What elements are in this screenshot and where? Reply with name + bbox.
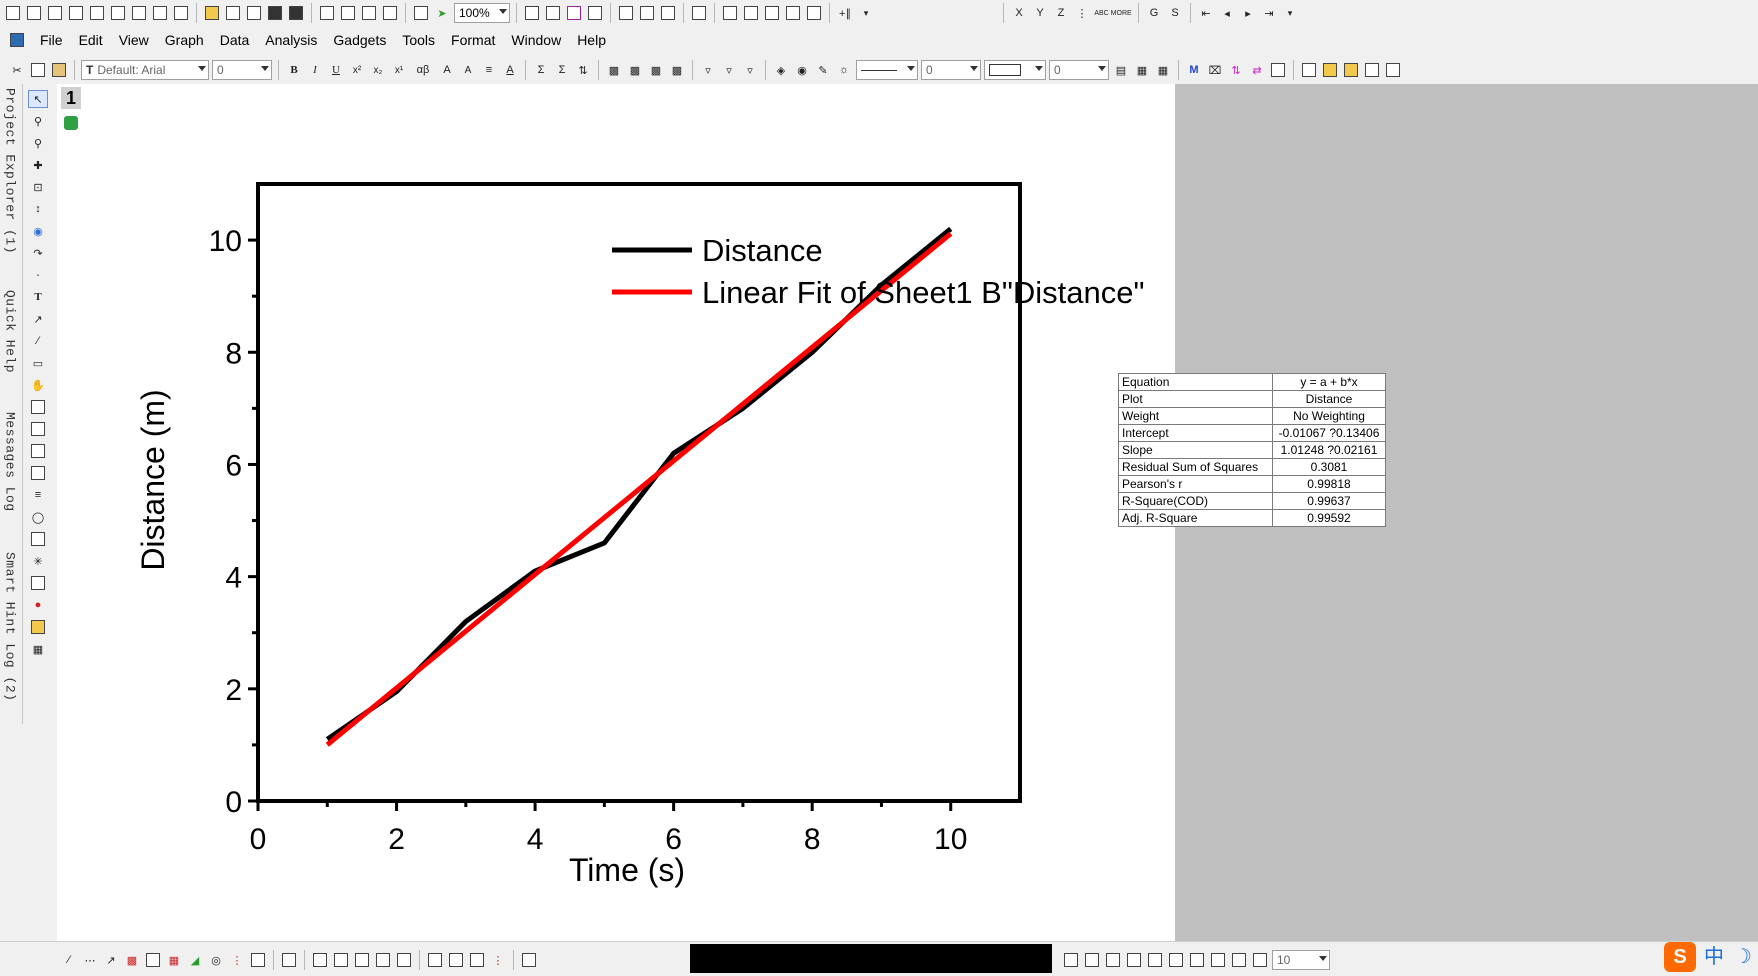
image-plot-icon[interactable] — [447, 951, 465, 969]
matrix-plot-icon[interactable] — [520, 951, 538, 969]
area-icon[interactable]: ◢ — [186, 951, 204, 969]
rotation-step-value: 10 — [1277, 953, 1291, 967]
chart: 0 2 4 6 8 100246810 Time (s) Distance (m) Dis… — [135, 182, 1144, 888]
series-line-linear-fit — [325, 231, 953, 747]
stock-icon[interactable]: ⋮ — [228, 951, 246, 969]
shrink-icon[interactable] — [1230, 951, 1248, 969]
legend-label: Distance — [702, 233, 823, 268]
3d-scatter-icon[interactable] — [332, 951, 350, 969]
fit-table-key: Slope — [1118, 441, 1273, 459]
x-tick-label: 0 — [250, 823, 267, 856]
3d-surface-icon[interactable] — [280, 951, 298, 969]
x-tick-label: 2 — [388, 823, 405, 856]
fit-table-row: Residual Sum of Squares 0.3081 — [1118, 458, 1386, 476]
reset-view-icon[interactable] — [1188, 951, 1206, 969]
tilt-icon[interactable] — [1146, 951, 1164, 969]
ime-language-label[interactable]: 中 — [1704, 942, 1724, 972]
hilo-icon[interactable]: ▦ — [165, 951, 183, 969]
fit-table-value: 0.99637 — [1272, 492, 1386, 510]
fit-frame-icon[interactable] — [1251, 951, 1269, 969]
fit-table-row: Slope 1.01248 ?0.02161 — [1118, 441, 1386, 459]
fit-table-value: No Weighting — [1272, 407, 1386, 425]
fit-table-value: 1.01248 ?0.02161 — [1272, 441, 1386, 459]
y-tick-label: 4 — [225, 562, 242, 595]
fit-table-row: Plot Distance — [1118, 390, 1386, 408]
ime-mode-icon[interactable]: ☽ — [1734, 942, 1752, 972]
fit-table-value: y = a + b*x — [1272, 373, 1386, 391]
fit-table-row: Adj. R-Square 0.99592 — [1118, 509, 1386, 527]
fit-table-key: Residual Sum of Squares — [1118, 458, 1273, 476]
legend-label: Linear Fit of Sheet1 B"Distance" — [702, 275, 1144, 310]
pie-icon[interactable] — [144, 951, 162, 969]
template-icon[interactable] — [249, 951, 267, 969]
fit-table-key: Adj. R-Square — [1118, 509, 1273, 527]
fit-table-row: R-Square(COD) 0.99637 — [1118, 492, 1386, 510]
vector-icon[interactable]: ⋮ — [489, 951, 507, 969]
rotate-up-icon[interactable] — [1104, 951, 1122, 969]
y-tick-label: 8 — [225, 337, 242, 370]
3d-wire-icon[interactable] — [311, 951, 329, 969]
status-black-bar — [690, 944, 1052, 973]
fit-table-row: Pearson's r 0.99818 — [1118, 475, 1386, 493]
contour-icon[interactable] — [426, 951, 444, 969]
fit-table-key: Pearson's r — [1118, 475, 1273, 493]
scatter-plot-icon[interactable]: ⋯ — [81, 951, 99, 969]
line-symbol-icon[interactable]: ↗ — [102, 951, 120, 969]
3d-bar-icon[interactable] — [353, 951, 371, 969]
fit-table-value: 0.99592 — [1272, 509, 1386, 527]
fit-results-table[interactable]: Equation y = a + b*x Plot Distance Weight No … — [1118, 373, 1386, 527]
rotate-right-icon[interactable] — [1083, 951, 1101, 969]
rotation-step-combo[interactable]: 10 — [1272, 950, 1330, 970]
rotate-down-icon[interactable] — [1125, 951, 1143, 969]
y-axis-title: Distance (m) — [135, 389, 171, 570]
graph-types-toolbar: ∕ ⋯ ↗ ▩ ▦ ◢ ◎ ⋮ ⋮ — [60, 950, 538, 970]
3d-wall-icon[interactable] — [395, 951, 413, 969]
perspective-icon[interactable] — [1167, 951, 1185, 969]
fit-table-key: Equation — [1118, 373, 1273, 391]
x-tick-label: 4 — [527, 823, 544, 856]
y-tick-label: 10 — [209, 225, 242, 258]
enlarge-icon[interactable] — [1209, 951, 1227, 969]
fit-table-row: Weight No Weighting — [1118, 407, 1386, 425]
fit-table-value: -0.01067 ?0.13406 — [1272, 424, 1386, 442]
heatmap-icon[interactable] — [468, 951, 486, 969]
fit-table-value: Distance — [1272, 390, 1386, 408]
fit-table-key: R-Square(COD) — [1118, 492, 1273, 510]
axis-ticks: 0 2 4 6 8 100246810 — [209, 225, 968, 856]
x-tick-label: 8 — [804, 823, 821, 856]
3d-ribbon-icon[interactable] — [374, 951, 392, 969]
rotate-left-icon[interactable] — [1062, 951, 1080, 969]
y-tick-label: 2 — [225, 674, 242, 707]
line-plot-icon[interactable]: ∕ — [60, 951, 78, 969]
y-tick-label: 6 — [225, 449, 242, 482]
3d-rotation-toolbar: 10 — [1062, 950, 1330, 970]
column-plot-icon[interactable]: ▩ — [123, 951, 141, 969]
polar-icon[interactable]: ◎ — [207, 951, 225, 969]
fit-table-row: Intercept -0.01067 ?0.13406 — [1118, 424, 1386, 442]
fit-table-key: Plot — [1118, 390, 1273, 408]
y-tick-label: 0 — [225, 786, 242, 819]
ime-logo-icon[interactable]: S — [1664, 942, 1696, 972]
fit-table-key: Weight — [1118, 407, 1273, 425]
fit-table-row: Equation y = a + b*x — [1118, 373, 1386, 391]
fit-table-value: 0.3081 — [1272, 458, 1386, 476]
fit-table-value: 0.99818 — [1272, 475, 1386, 493]
fit-table-key: Intercept — [1118, 424, 1273, 442]
x-axis-title: Time (s) — [569, 852, 685, 888]
x-tick-label: 10 — [934, 823, 967, 856]
legend[interactable]: Distance Linear Fit of Sheet1 B"Distance" — [612, 233, 1144, 310]
